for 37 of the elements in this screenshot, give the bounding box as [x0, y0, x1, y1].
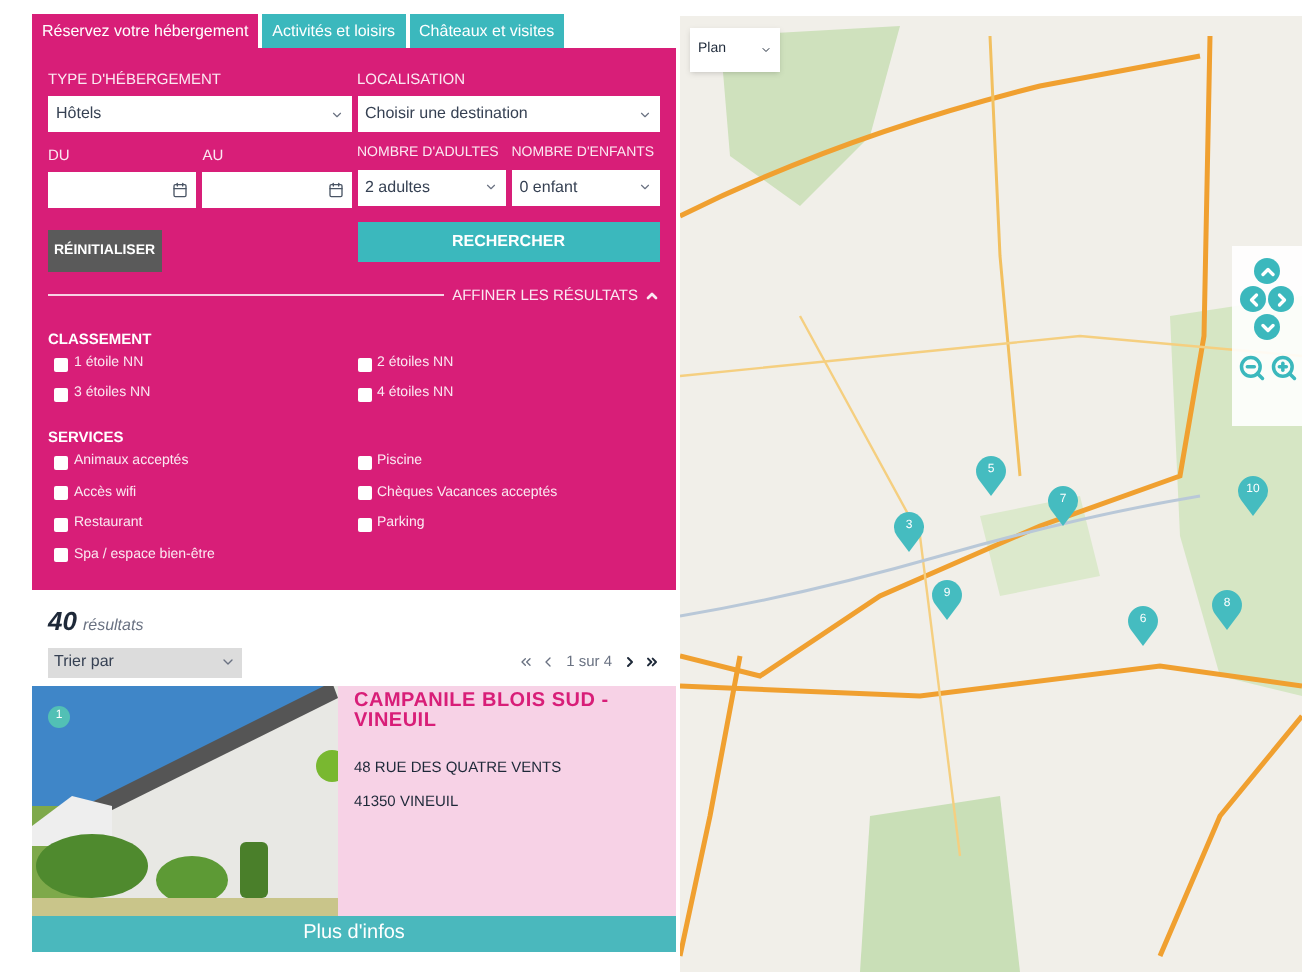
caret-icon [220, 654, 236, 670]
checkbox[interactable] [54, 486, 68, 501]
checkbox[interactable] [54, 388, 68, 402]
first-page-icon[interactable] [518, 654, 535, 670]
calendar-icon [327, 181, 343, 197]
checkbox[interactable] [54, 357, 68, 371]
checkbox[interactable] [54, 517, 68, 532]
result-label: résultats [82, 614, 144, 638]
caret-icon [483, 180, 498, 195]
checkbox[interactable] [357, 357, 371, 371]
location-select[interactable]: Choisir une destination [357, 96, 660, 133]
date-field[interactable] [48, 171, 197, 207]
caret-icon [638, 180, 652, 195]
calendar-icon [172, 181, 189, 197]
date-field[interactable] [202, 171, 351, 207]
type-select[interactable]: Hôtels [48, 96, 351, 133]
checkbox[interactable] [54, 455, 68, 470]
checkbox[interactable] [357, 517, 371, 532]
caret-icon [638, 107, 652, 122]
caret-icon [760, 44, 772, 56]
next-page-icon[interactable] [622, 654, 638, 670]
sort-select[interactable]: Trier par [48, 647, 242, 677]
last-page-icon[interactable] [644, 654, 660, 670]
result-count: 40 [48, 604, 77, 640]
tab[interactable]: Activités et loisirs [262, 14, 406, 48]
search-button[interactable]: RECHERCHER [357, 221, 660, 261]
checkbox[interactable] [357, 455, 371, 470]
tab[interactable]: Châteaux et visites [409, 14, 565, 48]
checkbox[interactable] [54, 548, 68, 563]
caret-icon [329, 107, 343, 122]
checkbox[interactable] [357, 388, 371, 402]
more-info-button[interactable]: Plus d'infos [32, 915, 676, 951]
adults-select[interactable]: 2 adultes [357, 169, 506, 206]
checkbox[interactable] [357, 486, 371, 501]
children-select[interactable]: 0 enfant [511, 169, 660, 206]
hotel-name[interactable]: CAMPANILE BLOIS SUD - VINEUIL [354, 691, 660, 731]
tab[interactable]: Réservez votre hébergement [32, 14, 259, 48]
